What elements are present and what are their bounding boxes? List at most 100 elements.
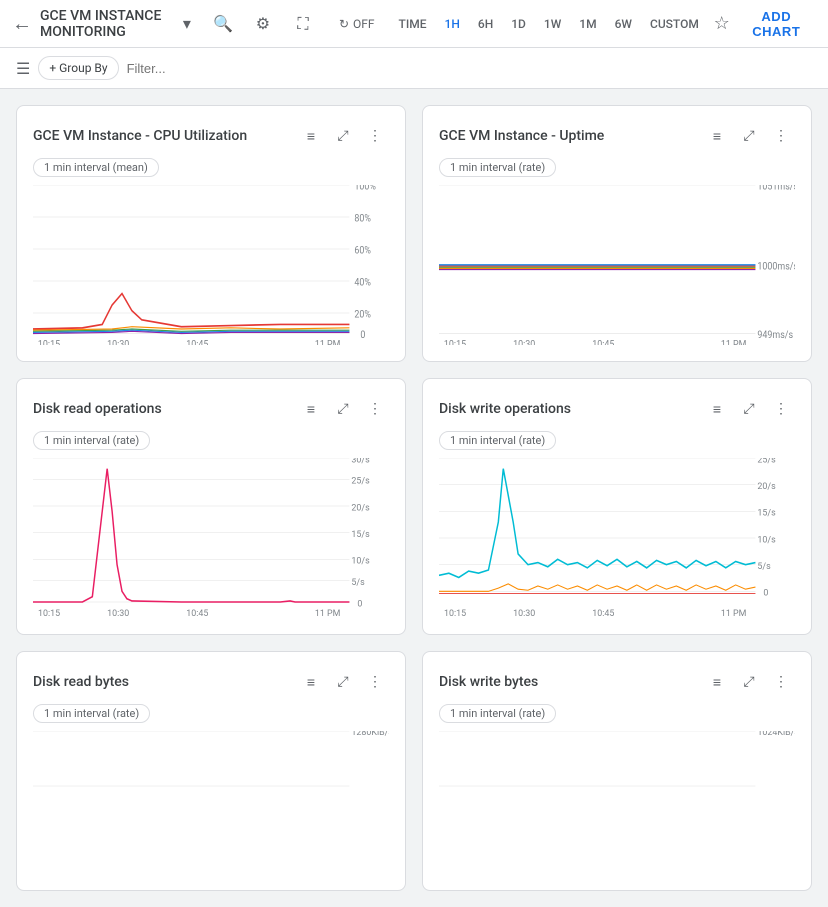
svg-text:10:30: 10:30 [513, 339, 535, 345]
chart-card-uptime: GCE VM Instance - Uptime ≡ ⤢ ⋮ 1 min int… [422, 105, 812, 362]
chart-icons-disk-write-bytes: ≡ ⤢ ⋮ [703, 668, 795, 696]
chart-more-btn-uptime[interactable]: ⋮ [767, 122, 795, 150]
chart-legend-btn-disk-read-bytes[interactable]: ≡ [297, 668, 325, 696]
time-btn-6h[interactable]: 6H [470, 13, 501, 35]
add-chart-button[interactable]: ADD CHART [737, 3, 816, 45]
svg-text:10:30: 10:30 [107, 339, 129, 345]
refresh-label: OFF [353, 17, 375, 31]
svg-text:0: 0 [763, 587, 768, 598]
chart-header-disk-write-bytes: Disk write bytes ≡ ⤢ ⋮ [439, 668, 795, 696]
time-btn-time[interactable]: TIME [391, 13, 435, 35]
svg-text:10:45: 10:45 [592, 608, 614, 618]
svg-text:11 PM: 11 PM [721, 608, 747, 618]
svg-text:10/s: 10/s [351, 555, 369, 566]
settings-button[interactable]: ⚙ [247, 8, 279, 40]
filter-input[interactable] [127, 61, 812, 76]
svg-text:10:30: 10:30 [107, 608, 129, 618]
svg-text:40%: 40% [354, 277, 371, 289]
chart-more-btn-disk-write-ops[interactable]: ⋮ [767, 395, 795, 423]
svg-text:5/s: 5/s [757, 561, 770, 572]
svg-text:10:45: 10:45 [186, 608, 208, 618]
chart-legend-btn-disk-read-ops[interactable]: ≡ [297, 395, 325, 423]
search-button[interactable]: 🔍 [207, 8, 239, 40]
chart-expand-btn-disk-read-ops[interactable]: ⤢ [329, 395, 357, 423]
chart-icons-disk-write-ops: ≡ ⤢ ⋮ [703, 395, 795, 423]
chart-card-cpu-utilization: GCE VM Instance - CPU Utilization ≡ ⤢ ⋮ … [16, 105, 406, 362]
time-btn-custom[interactable]: CUSTOM [642, 13, 707, 35]
chart-card-disk-read-ops: Disk read operations ≡ ⤢ ⋮ 1 min interva… [16, 378, 406, 635]
svg-text:10:30: 10:30 [513, 608, 535, 618]
star-button[interactable]: ☆ [711, 8, 733, 40]
fullscreen-button[interactable]: ⛶ [287, 8, 319, 40]
dashboard-title: GCE VM INSTANCE MONITORING ▾ [40, 8, 191, 40]
filter-icon[interactable]: ☰ [16, 59, 30, 78]
time-btn-1h[interactable]: 1H [437, 13, 468, 35]
chart-more-btn-cpu[interactable]: ⋮ [361, 122, 389, 150]
svg-text:10:15: 10:15 [444, 608, 466, 618]
chart-icons-cpu: ≡ ⤢ ⋮ [297, 122, 389, 150]
group-by-label: + Group By [49, 61, 107, 75]
chart-area-cpu: 100% 80% 60% 40% 20% 0 10:15 10:30 10:45… [33, 185, 389, 345]
chart-area-uptime: 1051ms/s 1000ms/s 949ms/s 10:15 10:30 10… [439, 185, 795, 345]
refresh-button[interactable]: ↻ OFF [331, 13, 383, 35]
svg-text:0: 0 [357, 598, 362, 609]
svg-text:15/s: 15/s [351, 529, 369, 540]
chart-legend-btn-uptime[interactable]: ≡ [703, 122, 731, 150]
chart-legend-btn-disk-write-ops[interactable]: ≡ [703, 395, 731, 423]
time-btn-1d[interactable]: 1D [503, 13, 534, 35]
topbar: ← GCE VM INSTANCE MONITORING ▾ 🔍 ⚙ ⛶ ↻ O… [0, 0, 828, 48]
svg-text:5/s: 5/s [351, 577, 364, 588]
chart-area-disk-write-ops: 25/s 20/s 15/s 10/s 5/s 0 10:15 10:30 10… [439, 458, 795, 618]
chart-title-uptime: GCE VM Instance - Uptime [439, 128, 604, 144]
svg-text:1024KiB/s: 1024KiB/s [757, 731, 795, 738]
svg-text:10:45: 10:45 [186, 339, 209, 345]
svg-text:80%: 80% [354, 213, 371, 225]
svg-text:1280KiB/s: 1280KiB/s [351, 731, 389, 738]
chart-title-disk-read-ops: Disk read operations [33, 401, 162, 417]
chart-legend-btn-disk-write-bytes[interactable]: ≡ [703, 668, 731, 696]
chart-more-btn-disk-write-bytes[interactable]: ⋮ [767, 668, 795, 696]
svg-text:20/s: 20/s [757, 481, 775, 492]
svg-text:10/s: 10/s [757, 534, 775, 545]
svg-text:20%: 20% [354, 309, 371, 321]
chart-card-disk-write-bytes: Disk write bytes ≡ ⤢ ⋮ 1 min interval (r… [422, 651, 812, 891]
filterbar: ☰ + Group By [0, 48, 828, 89]
chart-header-disk-read-bytes: Disk read bytes ≡ ⤢ ⋮ [33, 668, 389, 696]
svg-text:1051ms/s: 1051ms/s [757, 185, 795, 193]
chart-legend-btn-cpu[interactable]: ≡ [297, 122, 325, 150]
chart-more-btn-disk-read-bytes[interactable]: ⋮ [361, 668, 389, 696]
svg-text:0: 0 [360, 330, 365, 342]
svg-text:11 PM: 11 PM [721, 339, 747, 345]
chart-area-disk-write-bytes: 1024KiB/s [439, 731, 795, 791]
svg-text:20/s: 20/s [351, 502, 369, 513]
time-btn-1w[interactable]: 1W [536, 13, 569, 35]
interval-badge-disk-read-ops: 1 min interval (rate) [33, 431, 150, 450]
chart-expand-btn-uptime[interactable]: ⤢ [735, 122, 763, 150]
interval-badge-uptime: 1 min interval (rate) [439, 158, 556, 177]
interval-badge-disk-write-bytes: 1 min interval (rate) [439, 704, 556, 723]
svg-text:60%: 60% [354, 245, 371, 257]
topbar-tools: 🔍 ⚙ ⛶ [207, 8, 319, 40]
charts-grid: GCE VM Instance - CPU Utilization ≡ ⤢ ⋮ … [0, 89, 828, 907]
interval-badge-disk-read-bytes: 1 min interval (rate) [33, 704, 150, 723]
svg-text:11 PM: 11 PM [315, 608, 341, 618]
svg-text:11 PM: 11 PM [315, 339, 341, 345]
chart-more-btn-disk-read-ops[interactable]: ⋮ [361, 395, 389, 423]
chart-expand-btn-disk-write-ops[interactable]: ⤢ [735, 395, 763, 423]
chart-expand-btn-disk-write-bytes[interactable]: ⤢ [735, 668, 763, 696]
svg-text:30/s: 30/s [351, 458, 369, 465]
chart-header-cpu: GCE VM Instance - CPU Utilization ≡ ⤢ ⋮ [33, 122, 389, 150]
time-btn-6w[interactable]: 6W [607, 13, 640, 35]
interval-badge-cpu: 1 min interval (mean) [33, 158, 159, 177]
chart-header-uptime: GCE VM Instance - Uptime ≡ ⤢ ⋮ [439, 122, 795, 150]
title-dropdown-arrow[interactable]: ▾ [183, 14, 191, 33]
svg-text:10:15: 10:15 [38, 608, 60, 618]
time-btn-1m[interactable]: 1M [571, 13, 604, 35]
chart-icons-disk-read-bytes: ≡ ⤢ ⋮ [297, 668, 389, 696]
back-button[interactable]: ← [12, 11, 32, 36]
chart-expand-btn-disk-read-bytes[interactable]: ⤢ [329, 668, 357, 696]
chart-title-disk-write-ops: Disk write operations [439, 401, 571, 417]
group-by-button[interactable]: + Group By [38, 56, 118, 80]
svg-text:25/s: 25/s [757, 458, 775, 465]
chart-expand-btn-cpu[interactable]: ⤢ [329, 122, 357, 150]
